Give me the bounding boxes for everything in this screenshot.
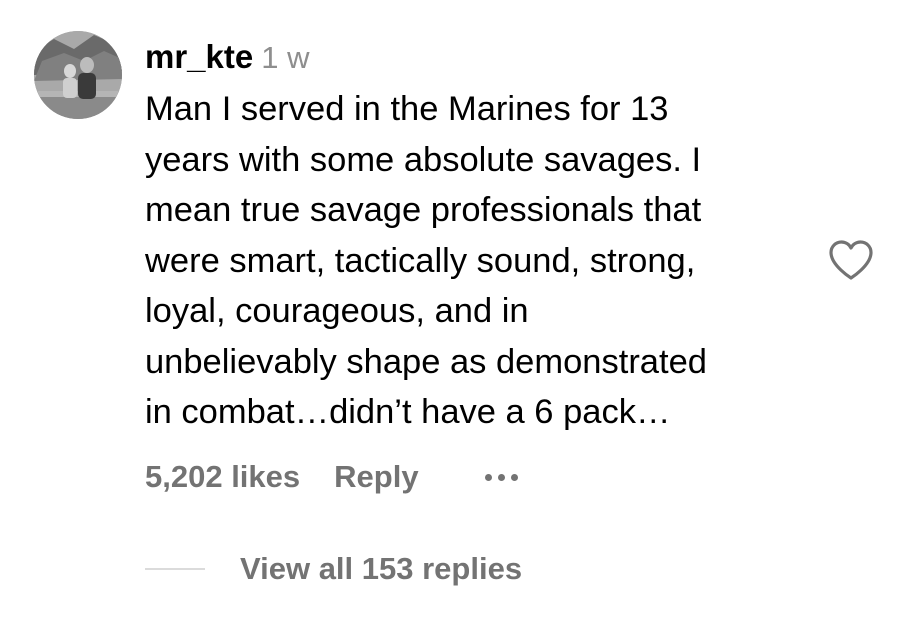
dot [510,473,518,481]
comment-text-line: unbelievably shape as demonstrated [145,342,707,381]
timestamp[interactable]: 1 w [261,40,309,75]
username[interactable]: mr_kte [145,38,253,75]
heart-outline-icon [829,240,873,280]
reply-button[interactable]: Reply [334,459,418,495]
like-button[interactable] [828,239,874,281]
comment-text-line: were smart, tactically sound, strong, [145,241,696,280]
view-replies-button[interactable]: View all 153 replies [240,551,522,587]
avatar-photo [34,31,122,119]
avatar[interactable] [34,31,122,119]
comment-text: Man I served in the Marines for 13 years… [145,84,815,438]
more-options-icon[interactable] [484,468,518,487]
replies-divider [145,568,205,570]
comment-actions: 5,202 likes Reply [145,456,518,498]
comment-text-line: Man I served in the Marines for 13 [145,90,669,128]
comment-text-line: in combat…didn’t have a 6 pack… [145,393,671,431]
comment-text-line: mean true savage professionals that [145,191,702,229]
dot [484,473,492,481]
comment-text-line: loyal, courageous, and in [145,292,529,330]
comment-header: mr_kte 1 w [145,38,309,76]
replies-toggle: View all 153 replies [145,548,522,590]
dot [497,473,505,481]
likes-count[interactable]: 5,202 likes [145,459,300,495]
comment-text-line: years with some absolute savages. I [145,140,702,179]
